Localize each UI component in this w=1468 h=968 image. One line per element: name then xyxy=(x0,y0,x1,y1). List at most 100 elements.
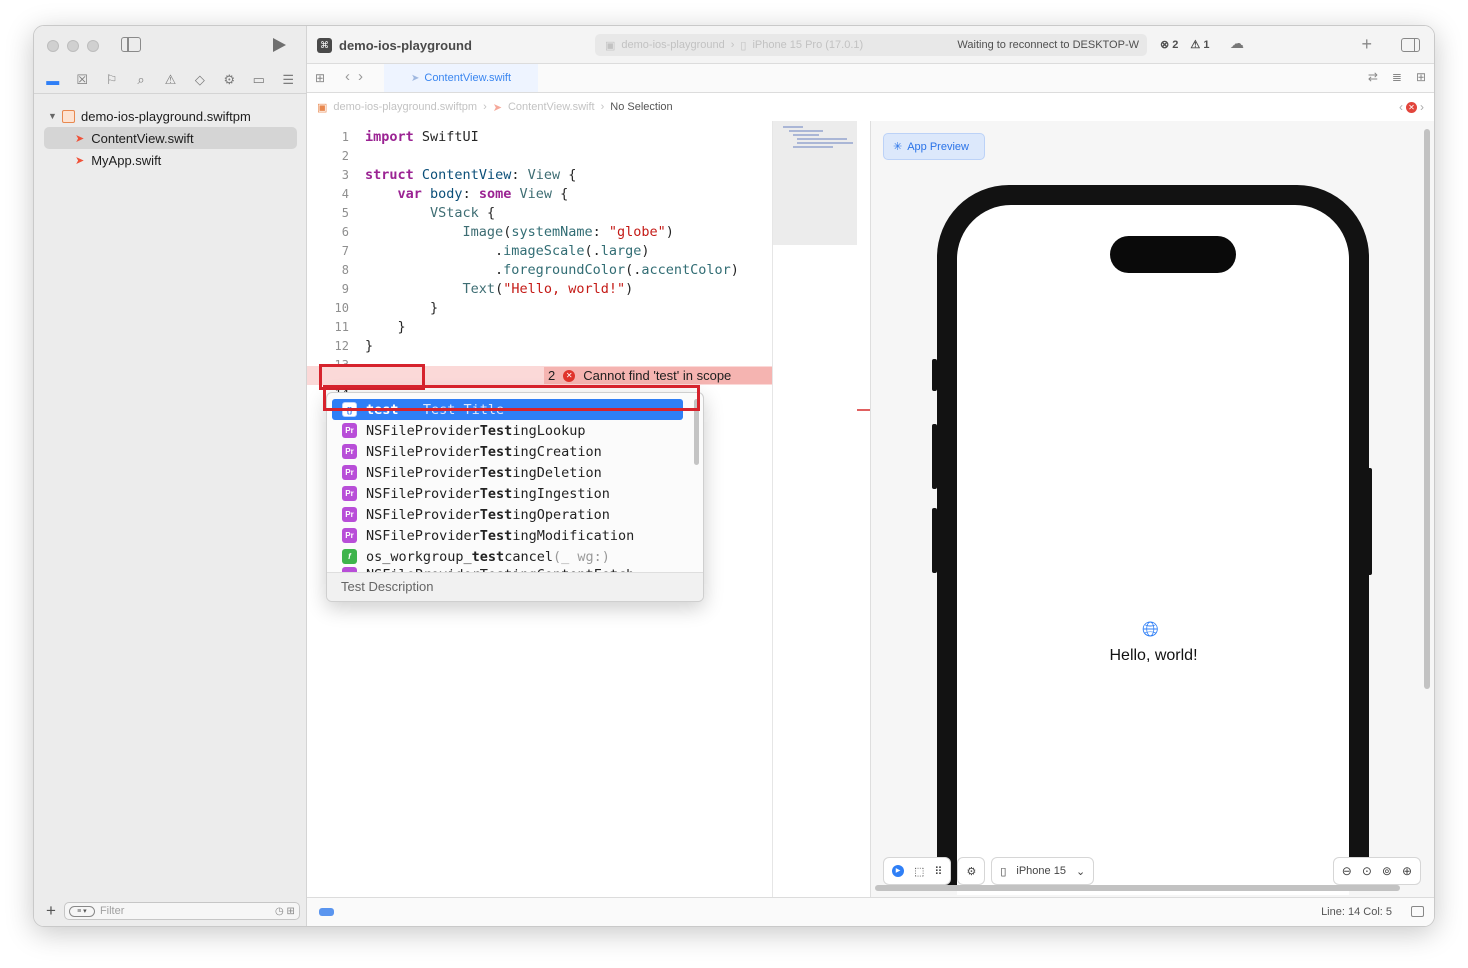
line-number: 7 xyxy=(341,244,349,258)
code-line: 3 struct ContentView: View { xyxy=(307,166,772,185)
protocol-icon: Pr xyxy=(342,528,357,543)
window-controls xyxy=(47,40,99,52)
tree-row-contentview[interactable]: ➤ ContentView.swift xyxy=(44,127,297,149)
tab-contentview[interactable]: ➤ ContentView.swift xyxy=(384,64,538,92)
error-icon: ✕ xyxy=(563,369,576,382)
preview-controls: ▶ ⬚ ⠿ ⚙ ▯ iPhone 15 ⌄ xyxy=(883,857,1095,885)
inspector-toggle-icon[interactable] xyxy=(1401,38,1420,52)
item-match: Test xyxy=(479,422,513,439)
source-control-icon[interactable]: ☒ xyxy=(73,72,91,88)
xcode-window: ▬ ☒ ⚐ ⌕ ⚠ ◇ ⚙ ▭ ☰ ▼ demo-ios-playground.… xyxy=(33,25,1435,927)
device-screen[interactable] xyxy=(957,205,1349,895)
editor-options-icon[interactable]: ≣ xyxy=(1392,70,1402,84)
refresh-icon[interactable]: ⇄ xyxy=(1368,70,1378,84)
chevron-right-icon: › xyxy=(730,39,735,51)
filter-field[interactable]: ≡ ▾ Filter ◷ ⊞ xyxy=(63,902,300,920)
code-line: 9 Text("Hello, world!") xyxy=(307,280,772,299)
test-navigator-icon[interactable]: ◇ xyxy=(191,72,209,88)
completion-item[interactable]: Pr NSFileProvider Test ingModification xyxy=(327,525,703,546)
sidebar-footer: + ≡ ▾ Filter ◷ ⊞ xyxy=(34,896,307,926)
breadcrumb-selection[interactable]: No Selection xyxy=(610,101,672,113)
code-editor[interactable]: 1 import SwiftUI 2 3 struct ContentView: V… xyxy=(307,121,772,899)
filter-options-icon[interactable]: ≡ ▾ xyxy=(68,905,95,917)
live-preview-icon[interactable]: ▶ xyxy=(892,865,904,877)
minimize-window-button[interactable] xyxy=(67,40,79,52)
tree-item-label: ContentView.swift xyxy=(91,130,194,146)
bookmark-icon[interactable]: ⚐ xyxy=(103,72,121,88)
vertical-scrollbar[interactable] xyxy=(1424,129,1430,689)
preview-mode-group: ▶ ⬚ ⠿ xyxy=(883,857,952,885)
breadcrumb-file[interactable]: ContentView.swift xyxy=(508,101,595,113)
minimap-line xyxy=(793,134,819,136)
horizontal-scrollbar[interactable] xyxy=(875,885,1400,891)
issue-counts[interactable]: ⊗ 2 ⚠ 1 xyxy=(1160,38,1209,51)
related-items-icon[interactable]: ⊞ xyxy=(315,71,325,85)
split-editor-icon[interactable]: ⊞ xyxy=(1416,70,1426,84)
error-annotation[interactable]: 2 ✕ Cannot find 'test' in scope xyxy=(544,367,772,384)
add-file-button[interactable]: + xyxy=(46,901,56,921)
completion-description: Test Description xyxy=(327,572,703,601)
item-prefix: NSFileProvider xyxy=(366,443,480,460)
filter-toggles[interactable]: ◷ ⊞ xyxy=(275,906,295,917)
find-navigator-icon[interactable]: ⌕ xyxy=(132,72,150,88)
zoom-window-button[interactable] xyxy=(87,40,99,52)
report-navigator-icon[interactable]: ☰ xyxy=(279,72,297,88)
item-prefix: os_workgroup_ xyxy=(366,548,472,565)
chevron-right-icon[interactable]: › xyxy=(1420,100,1424,114)
zoom-in-icon[interactable]: ⊕ xyxy=(1402,864,1412,878)
warning-count-value: 1 xyxy=(1203,39,1210,51)
warning-count[interactable]: ⚠ 1 xyxy=(1190,38,1209,51)
zoom-fit-icon[interactable]: ⊙ xyxy=(1362,864,1372,878)
code-line: 4 var body: some View { xyxy=(307,185,772,204)
minimap-line xyxy=(793,146,833,148)
code-completion-popup[interactable]: {} test – Test Title Pr NSFileProvider Test… xyxy=(326,392,704,602)
device-settings-group: ⚙ xyxy=(957,857,986,885)
scheme-target[interactable]: demo-ios-playground xyxy=(621,39,724,51)
item-match: Test xyxy=(479,527,513,544)
toolbar: ⌘ demo-ios-playground ▣ demo-ios-playgro… xyxy=(273,26,1434,64)
toggle-debug-icon[interactable] xyxy=(1411,906,1424,917)
editor-options[interactable]: ⇄ ≣ ⊞ xyxy=(1368,70,1426,84)
close-window-button[interactable] xyxy=(47,40,59,52)
zoom-out-icon[interactable]: ⊖ xyxy=(1342,864,1352,878)
project-navigator-icon[interactable]: ▬ xyxy=(44,73,62,88)
sidebar-toggle-icon[interactable] xyxy=(121,37,141,52)
completion-item[interactable]: Pr NSFileProvider Test ingLookup xyxy=(327,420,703,441)
hello-text: Hello, world! xyxy=(1109,647,1198,664)
minimap[interactable] xyxy=(772,121,871,899)
completion-item[interactable]: Pr NSFileProvider Test ingIngestion xyxy=(327,483,703,504)
scheme-device[interactable]: iPhone 15 Pro (17.0.1) xyxy=(752,39,863,51)
minimap-line xyxy=(797,142,853,144)
issue-stepper[interactable]: ‹ ✕ › xyxy=(1399,100,1424,114)
back-forward-icon[interactable]: ‹› xyxy=(345,68,371,85)
completion-item[interactable]: f os_workgroup_ test cancel (_ wg:) xyxy=(327,546,703,567)
library-plus-button[interactable]: + xyxy=(1361,34,1372,55)
variants-icon[interactable]: ⠿ xyxy=(934,865,942,878)
code-line: 8 .foregroundColor(.accentColor) xyxy=(307,261,772,280)
debug-area-icon[interactable] xyxy=(319,908,334,916)
completion-item[interactable]: Pr NSFileProvider Test ingDeletion xyxy=(327,462,703,483)
completion-item[interactable]: Pr NSFileProvider Test ingCreation xyxy=(327,441,703,462)
device-settings-icon[interactable]: ⚙ xyxy=(966,865,976,878)
chevron-down-icon[interactable]: ▼ xyxy=(48,111,58,121)
chevron-left-icon[interactable]: ‹ xyxy=(1399,100,1403,114)
device-icon: ▯ xyxy=(740,39,747,52)
run-button[interactable] xyxy=(273,38,286,52)
cloud-icon[interactable]: ☁ xyxy=(1230,35,1244,52)
scheme-selector[interactable]: ▣ demo-ios-playground › ▯ iPhone 15 Pro … xyxy=(595,34,1147,56)
breakpoint-navigator-icon[interactable]: ▭ xyxy=(250,72,268,88)
device-picker[interactable]: ▯ iPhone 15 ⌄ xyxy=(991,857,1095,885)
breadcrumb-package[interactable]: demo-ios-playground.swiftpm xyxy=(333,101,477,113)
tree-row-myapp[interactable]: ➤ MyApp.swift xyxy=(34,149,307,171)
line-number: 12 xyxy=(334,339,349,353)
zoom-actual-icon[interactable]: ⊚ xyxy=(1382,864,1392,878)
protocol-icon: Pr xyxy=(342,486,357,501)
issue-navigator-icon[interactable]: ⚠ xyxy=(161,72,179,88)
app-preview-button[interactable]: ✳ App Preview xyxy=(883,133,985,160)
completion-item[interactable]: Pr NSFileProvider Test ingOperation xyxy=(327,504,703,525)
tree-row-package[interactable]: ▼ demo-ios-playground.swiftpm xyxy=(34,105,307,127)
debug-navigator-icon[interactable]: ⚙ xyxy=(220,72,238,88)
error-count[interactable]: ⊗ 2 xyxy=(1160,38,1178,51)
line-number: 10 xyxy=(334,301,349,315)
selectable-mode-icon[interactable]: ⬚ xyxy=(914,865,924,878)
